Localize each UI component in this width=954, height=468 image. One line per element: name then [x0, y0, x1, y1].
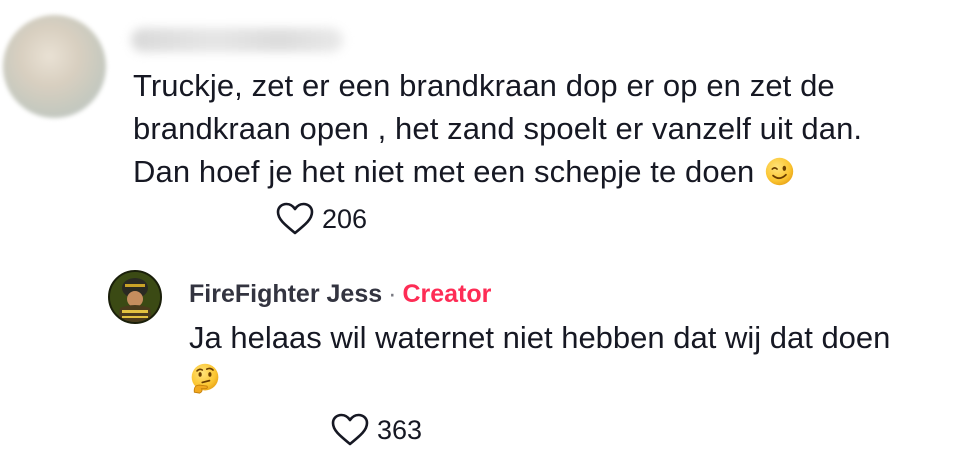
heart-icon — [331, 413, 369, 446]
firefighter-avatar-image — [110, 272, 160, 322]
creator-avatar[interactable] — [108, 270, 162, 324]
commenter-name-redacted — [131, 28, 343, 52]
comment-body: Truckje, zet er een brandkraan dop er op… — [133, 64, 923, 193]
comment-text: Truckje, zet er een brandkraan dop er op… — [133, 68, 863, 189]
reply-like-button[interactable]: 363 — [331, 413, 422, 447]
separator-dot: · — [388, 280, 397, 308]
thinking-face-icon — [191, 363, 219, 394]
creator-badge: Creator — [402, 280, 492, 308]
winking-face-icon — [765, 157, 794, 186]
reply-text: Ja helaas wil waternet niet hebben dat w… — [189, 320, 891, 355]
comment-like-count: 206 — [322, 203, 368, 234]
creator-name[interactable]: FireFighter Jess — [189, 280, 382, 308]
reply-header: FireFighter Jess · Creator — [189, 278, 491, 310]
heart-icon — [276, 202, 314, 235]
reply-body: Ja helaas wil waternet niet hebben dat w… — [189, 316, 949, 359]
reply-like-count: 363 — [377, 414, 423, 445]
comment-like-button[interactable]: 206 — [276, 202, 367, 236]
commenter-avatar[interactable] — [3, 15, 106, 118]
